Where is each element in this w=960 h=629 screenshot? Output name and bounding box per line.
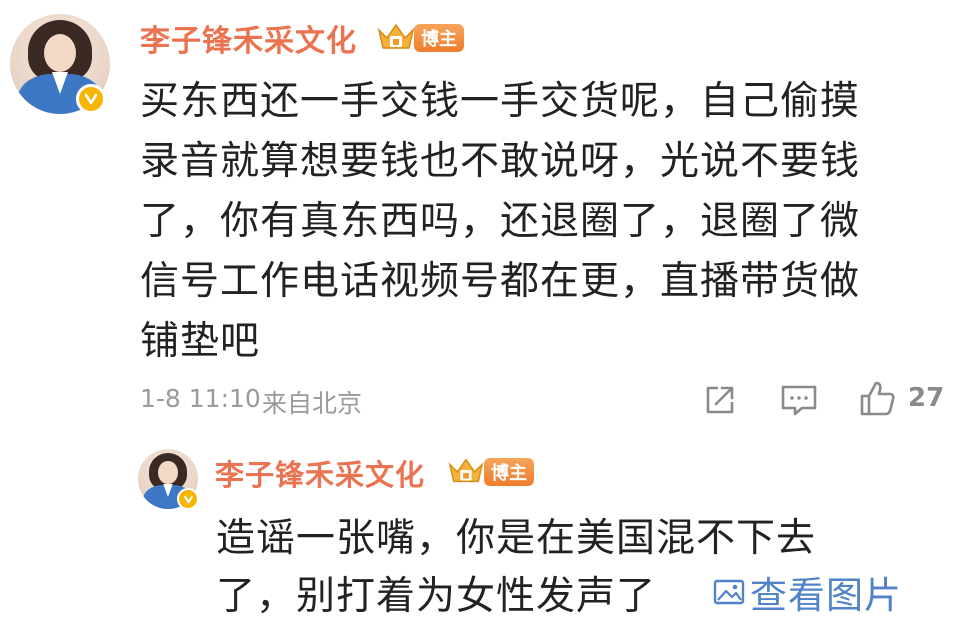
comment-line: 录音就算想要钱也不敢说呀，光说不要钱 [140,139,861,184]
image-icon [713,579,745,605]
verified-icon [177,488,199,510]
comment-line: 了，你有真东西吗，还退圈了，退圈了微 [140,199,861,244]
verified-icon [76,84,106,114]
comment-line: 信号工作电话视频号都在更，直播带货做 [140,259,861,304]
comment-author-name[interactable]: 李子锋禾采文化 [140,16,357,60]
comment-source: 来自北京 [262,389,363,418]
like-count: 27 [908,383,945,413]
view-image-link[interactable]: 查看图片 [712,565,902,619]
view-image-label[interactable]: 查看图片 [750,565,902,619]
share-icon[interactable] [700,380,740,420]
crown-icon [448,458,484,483]
blogger-badge: 博主 [414,24,464,52]
comment-icon[interactable] [778,380,820,420]
reply-line: 了，别打着为女性发声了 [216,574,657,619]
comment-line: 铺垫吧 [140,319,261,364]
comment-time: 1-8 11:10 [140,384,261,413]
reply-line: 造谣一张嘴，你是在美国混不下去 [216,516,817,561]
crown-icon [377,23,415,49]
blogger-badge: 博主 [484,458,534,486]
like-icon[interactable] [856,378,900,420]
reply-author-name[interactable]: 李子锋禾采文化 [215,452,425,494]
comment-line: 买东西还一手交钱一手交货呢，自己偷摸 [140,79,861,124]
